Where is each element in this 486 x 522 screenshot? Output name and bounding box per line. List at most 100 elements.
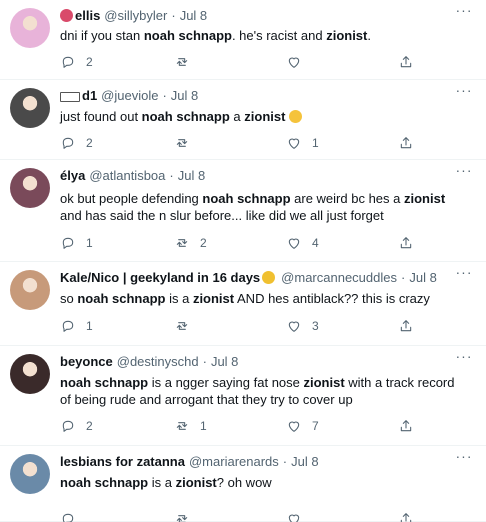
tweet-actions: 2 1 7: [60, 417, 420, 435]
reply-icon: [60, 54, 76, 70]
reply-icon: [60, 418, 76, 434]
avatar[interactable]: [10, 168, 50, 208]
separator-dot: ·: [202, 354, 207, 369]
retweets-count: 2: [200, 236, 207, 250]
retweet-button[interactable]: 1: [174, 417, 207, 435]
more-options-icon[interactable]: ···: [454, 265, 474, 283]
text-segment: are weird bc hes a: [290, 191, 404, 206]
tweet-header: lesbians for zatanna @mariarenards · Jul 8: [60, 454, 319, 470]
retweet-button[interactable]: [174, 317, 200, 335]
symbol-icon: [60, 92, 80, 102]
timestamp[interactable]: Jul 8: [180, 8, 207, 23]
likes-count: 1: [312, 136, 319, 150]
timestamp[interactable]: Jul 8: [409, 270, 436, 285]
timestamp[interactable]: Jul 8: [211, 354, 238, 369]
reply-button[interactable]: [60, 510, 86, 522]
avatar[interactable]: [10, 88, 50, 128]
tweet[interactable]: beyonce @destinyschd · Jul 8 ··· noah schnapp…: [0, 346, 486, 446]
separator-dot: ·: [162, 88, 167, 103]
tweet-header: beyonce @destinyschd · Jul 8: [60, 354, 238, 370]
share-icon: [398, 318, 414, 334]
share-button[interactable]: [398, 510, 414, 522]
reply-icon: [60, 135, 76, 151]
display-name[interactable]: ellis: [75, 8, 100, 23]
retweet-button[interactable]: [174, 53, 200, 71]
tweet-actions: 13: [60, 317, 420, 335]
timestamp[interactable]: Jul 8: [178, 168, 205, 183]
retweet-icon: [174, 418, 190, 434]
tweet-text: so noah schnapp is a zionist AND hes ant…: [60, 290, 466, 307]
tweet[interactable]: ellis @sillybyler · Jul 8 ··· dni if you stan…: [0, 0, 486, 80]
display-name[interactable]: beyonce: [60, 354, 113, 369]
retweet-icon: [174, 54, 190, 70]
display-name[interactable]: d1: [82, 88, 97, 103]
display-name[interactable]: lesbians for zatanna: [60, 454, 185, 469]
avatar[interactable]: [10, 8, 50, 48]
more-options-icon[interactable]: ···: [454, 3, 474, 21]
more-options-icon[interactable]: ···: [454, 349, 474, 367]
tweet[interactable]: d1 @jueviole · Jul 8 ··· just found out noah …: [0, 80, 486, 160]
handle[interactable]: @marcannecuddles: [281, 270, 397, 285]
text-segment: just found out: [60, 109, 142, 124]
text-segment: ? oh wow: [216, 475, 272, 490]
handle[interactable]: @sillybyler: [104, 8, 167, 23]
reply-button[interactable]: 2: [60, 417, 93, 435]
share-icon: [398, 235, 414, 251]
likes-count: 3: [312, 319, 319, 333]
like-button[interactable]: [286, 53, 312, 71]
more-options-icon[interactable]: ···: [454, 449, 474, 467]
heart-icon: [286, 318, 302, 334]
more-options-icon[interactable]: ···: [454, 163, 474, 181]
tweet[interactable]: lesbians for zatanna @mariarenards · Jul 8 ·…: [0, 446, 486, 522]
avatar[interactable]: [10, 270, 50, 310]
tweet-actions: 1 2 4: [60, 234, 420, 252]
tweet[interactable]: Kale/Nico | geekyland in 16 days @marcann…: [0, 262, 486, 346]
more-options-icon[interactable]: ···: [454, 83, 474, 101]
tweet-actions: [60, 510, 420, 522]
handle[interactable]: @destinyschd: [117, 354, 199, 369]
like-button[interactable]: 4: [286, 234, 319, 252]
handle[interactable]: @mariarenards: [189, 454, 279, 469]
replies-count: 2: [86, 136, 93, 150]
display-name[interactable]: élya: [60, 168, 85, 183]
retweet-button[interactable]: [174, 510, 200, 522]
likes-count: 4: [312, 236, 319, 250]
heart-icon: [286, 54, 302, 70]
highlighted-term: noah schnapp: [60, 475, 149, 490]
like-button[interactable]: 1: [286, 134, 319, 152]
share-button[interactable]: [398, 417, 414, 435]
reply-button[interactable]: 2: [60, 53, 93, 71]
reply-icon: [60, 235, 76, 251]
separator-dot: ·: [171, 8, 176, 23]
handle[interactable]: @atlantisboa: [89, 168, 165, 183]
share-button[interactable]: [398, 317, 414, 335]
avatar[interactable]: [10, 354, 50, 394]
retweet-icon: [174, 235, 190, 251]
share-button[interactable]: [398, 134, 414, 152]
share-button[interactable]: [398, 53, 414, 71]
handle[interactable]: @jueviole: [101, 88, 158, 103]
retweet-button[interactable]: 2: [174, 234, 207, 252]
highlighted-term: zionist: [175, 475, 217, 490]
highlighted-term: zionist: [326, 28, 368, 43]
heart-icon: [286, 418, 302, 434]
tweet[interactable]: élya @atlantisboa · Jul 8 ··· ok but people d…: [0, 160, 486, 262]
like-button[interactable]: [286, 510, 312, 522]
reply-button[interactable]: 1: [60, 317, 93, 335]
share-icon: [398, 511, 414, 522]
retweet-icon: [174, 511, 190, 522]
reply-button[interactable]: 1: [60, 234, 93, 252]
replies-count: 2: [86, 55, 93, 69]
reply-button[interactable]: 2: [60, 134, 93, 152]
like-button[interactable]: 3: [286, 317, 319, 335]
like-button[interactable]: 7: [286, 417, 319, 435]
tweet-text: noah schnapp is a zionist? oh wow: [60, 474, 466, 491]
avatar[interactable]: [10, 454, 50, 494]
display-name[interactable]: Kale/Nico | geekyland in 16 days: [60, 270, 260, 285]
text-segment: .: [367, 28, 371, 43]
share-button[interactable]: [398, 234, 414, 252]
retweet-button[interactable]: [174, 134, 200, 152]
timestamp[interactable]: Jul 8: [171, 88, 198, 103]
highlighted-term: noah schnapp: [77, 291, 166, 306]
timestamp[interactable]: Jul 8: [291, 454, 318, 469]
